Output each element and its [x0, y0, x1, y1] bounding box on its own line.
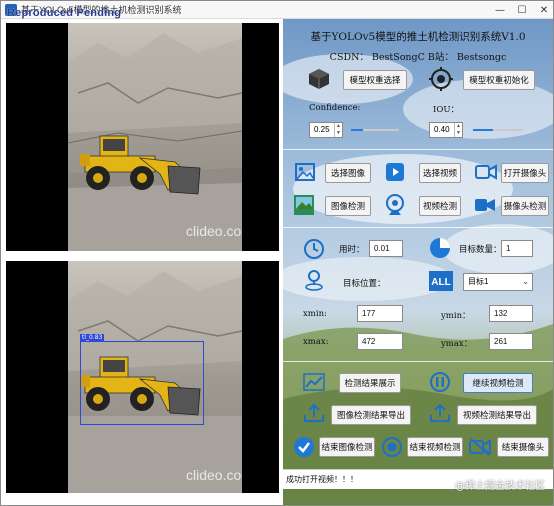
section-divider: [283, 361, 553, 362]
pause-icon: [430, 372, 450, 392]
model-init-button[interactable]: 模型权重初始化: [463, 70, 535, 90]
sky-background-image: [283, 19, 553, 505]
watermark-text: Reproduced Pending: [7, 7, 122, 19]
pie-chart-icon: [430, 238, 450, 258]
clock-icon: [304, 239, 324, 259]
panel-title: 基于YOLOv5模型的推土机检测识别系统V1.0: [310, 31, 526, 43]
confidence-label: Confidence:: [309, 103, 361, 113]
count-field: 1: [501, 240, 533, 257]
spin-arrows-icon[interactable]: ▲ ▼: [454, 123, 462, 137]
chevron-down-icon: ⌄: [522, 277, 529, 286]
select-image-button[interactable]: 选择图像: [325, 163, 371, 183]
camera-off-icon: [469, 438, 491, 456]
check-circle-icon: [294, 437, 314, 457]
export-image-button[interactable]: 图像检测结果导出: [331, 405, 411, 425]
control-panel: 基于YOLOv5模型的推土机检测识别系统V1.0 CSDN： BestSongC…: [283, 19, 553, 505]
status-message: 成功打开视频！！！: [286, 475, 358, 484]
stop-icon: [382, 437, 402, 457]
all-icon: ALL: [429, 271, 453, 291]
time-field: 0.01: [369, 240, 403, 257]
app-window: 基于YOLOv5模型的推土机检测识别系统 — ☐ ✕ Reproduced Pe…: [0, 0, 554, 506]
video-camera-icon: [475, 199, 495, 211]
watermark-text: @稀土掘金技术社区: [455, 481, 545, 492]
target-select-value: 目标1: [468, 277, 489, 286]
section-divider: [283, 227, 553, 228]
quarry-scene-image: [68, 23, 242, 251]
target-icon: [429, 67, 453, 91]
xmin-field: 177: [357, 305, 403, 322]
iou-label: IOU：: [433, 105, 459, 115]
end-camera-button[interactable]: 结束摄像头: [497, 437, 549, 457]
panel-subtitle: CSDN： BestSongC B站： Bestsongc: [329, 52, 507, 63]
svg-text:ALL: ALL: [431, 277, 450, 288]
slider-fill: [473, 129, 493, 131]
location-pin-icon: [305, 270, 323, 291]
detection-video-panel: tl_0.83 clideo.com: [6, 261, 279, 493]
open-camera-button[interactable]: 打开摄像头: [501, 163, 549, 183]
video-watermark: clideo.com: [186, 467, 242, 483]
ymin-field: 132: [489, 305, 533, 322]
spin-arrows-icon[interactable]: ▲ ▼: [334, 123, 342, 137]
maximize-button[interactable]: ☐: [511, 1, 533, 19]
time-label: 用时：: [339, 245, 365, 255]
xmax-label: xmax:: [303, 337, 329, 347]
iou-spinbox[interactable]: 0.40 ▲ ▼: [429, 122, 463, 138]
confidence-spinbox[interactable]: 0.25 ▲ ▼: [309, 122, 343, 138]
export-video-button[interactable]: 视频检测结果导出: [457, 405, 537, 425]
target-select[interactable]: 目标1 ⌄: [463, 273, 533, 291]
xmax-field: 472: [357, 333, 403, 350]
cube-icon: [309, 69, 329, 89]
position-label: 目标位置：: [343, 279, 386, 289]
select-video-button[interactable]: 选择视频: [419, 163, 461, 183]
model-select-button[interactable]: 模型权重选择: [343, 70, 407, 90]
line-chart-icon: [303, 373, 325, 391]
ymin-label: ymin：: [441, 311, 471, 321]
iou-value: 0.40: [434, 125, 450, 134]
video-file-icon: [386, 163, 404, 181]
ymax-label: ymax：: [441, 339, 473, 349]
camera-detect-button[interactable]: 摄像头检测: [501, 196, 549, 216]
minimize-button[interactable]: —: [489, 1, 511, 19]
end-video-button[interactable]: 结束视频检测: [407, 437, 463, 457]
upload-icon: [304, 403, 324, 422]
end-image-button[interactable]: 结束图像检测: [319, 437, 375, 457]
confidence-value: 0.25: [314, 125, 330, 134]
show-results-button[interactable]: 检测结果展示: [339, 373, 401, 393]
upload-icon: [430, 403, 450, 422]
image-detect-button[interactable]: 图像检测: [325, 196, 371, 216]
photo-detect-icon: [294, 195, 314, 215]
video-watermark: clideo.com: [186, 223, 242, 239]
iou-slider[interactable]: [473, 124, 523, 136]
original-video-panel: clideo.com: [6, 23, 279, 251]
detection-frame: tl_0.83 clideo.com: [68, 261, 242, 493]
close-button[interactable]: ✕: [533, 1, 553, 19]
original-frame: clideo.com: [68, 23, 242, 251]
image-icon: [295, 163, 315, 181]
xmin-label: xmin:: [303, 309, 327, 319]
webcam-icon: [386, 194, 404, 215]
count-label: 目标数量：: [459, 245, 502, 255]
section-divider: [283, 149, 553, 150]
video-detect-button[interactable]: 视频检测: [419, 196, 461, 216]
ymax-field: 261: [489, 333, 533, 350]
confidence-slider[interactable]: [351, 124, 399, 136]
camera-icon: [475, 164, 497, 180]
slider-fill: [351, 129, 363, 131]
detection-bounding-box: [80, 341, 204, 425]
continue-video-button[interactable]: 继续视频检测: [463, 373, 533, 393]
detection-label: tl_0.83: [80, 334, 105, 341]
